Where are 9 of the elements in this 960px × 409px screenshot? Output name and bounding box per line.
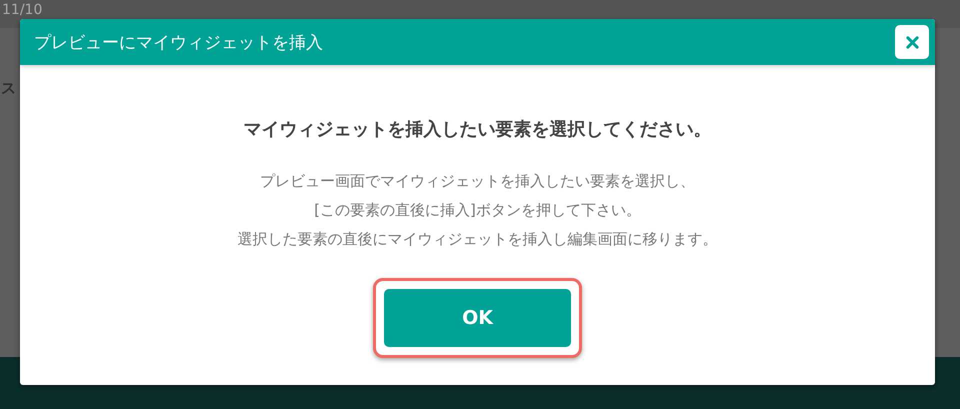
instruction-text: [この要素の直後に挿入]ボタンを押して下さい。: [314, 200, 641, 221]
dialog-title: プレビューにマイウィジェットを挿入: [34, 32, 323, 54]
close-button[interactable]: [895, 25, 929, 59]
close-icon: [906, 36, 918, 48]
instruction-text: プレビュー画面でマイウィジェットを挿入したい要素を選択し、: [260, 171, 695, 192]
dialog-heading: マイウィジェットを挿入したい要素を選択してください。: [244, 118, 712, 141]
instruction-text: 選択した要素の直後にマイウィジェットを挿入し編集画面に移ります。: [238, 229, 718, 250]
ok-button[interactable]: OK: [384, 289, 571, 347]
date-text: 11/10: [2, 2, 42, 18]
